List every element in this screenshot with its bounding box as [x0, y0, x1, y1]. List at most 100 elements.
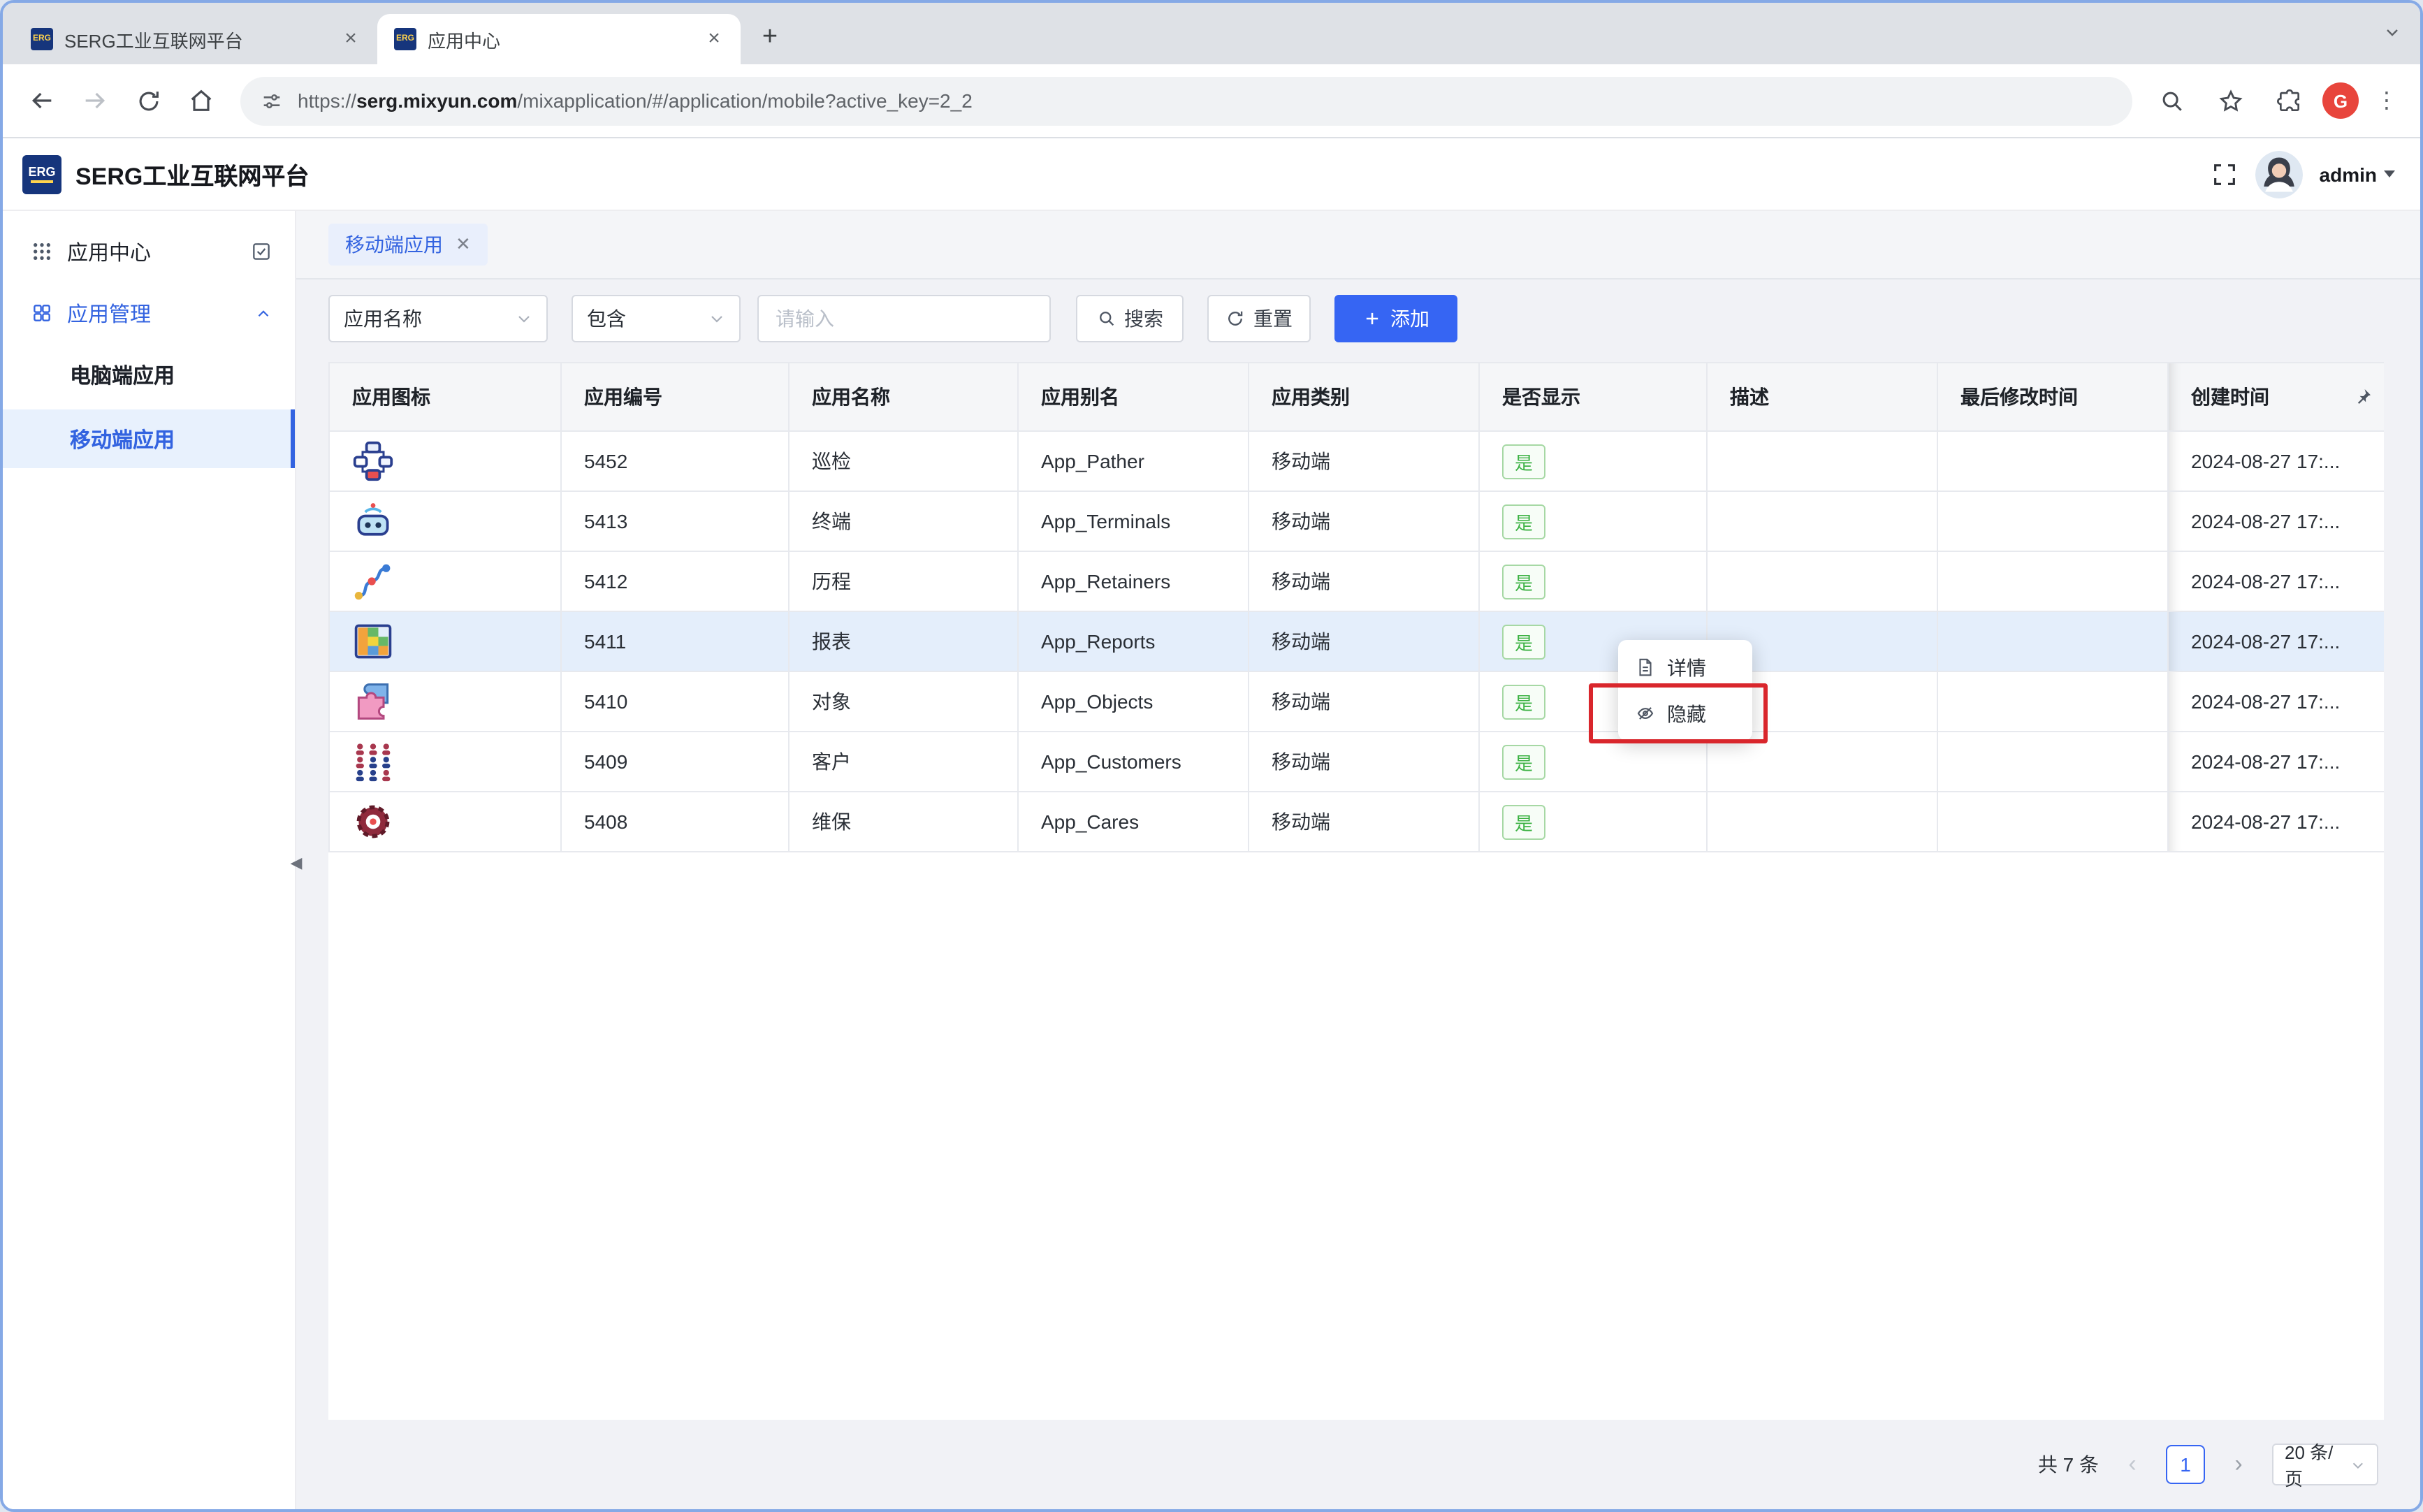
cell-app-name: 对象	[789, 671, 1018, 732]
reset-button[interactable]: 重置	[1207, 295, 1311, 342]
sidebar-item-app-center[interactable]: 应用中心	[3, 225, 295, 278]
table-row[interactable]: 5410对象App_Objects移动端是 2024-08-27 17:...	[329, 671, 2384, 732]
browser-profile-avatar[interactable]: G	[2322, 82, 2359, 119]
user-avatar[interactable]	[2255, 150, 2303, 198]
next-page-icon[interactable]: ›	[2223, 1451, 2254, 1478]
filter-bar: 应用名称 包含 搜索 重置	[328, 295, 2378, 342]
fullscreen-icon[interactable]	[2211, 160, 2239, 188]
check-square-icon[interactable]	[250, 240, 272, 263]
tab-title: SERG工业互联网平台	[64, 26, 327, 52]
table-row[interactable]: 5413终端App_Terminals移动端是2024-08-27 17:...	[329, 491, 2384, 551]
app-table: 应用图标 应用编号 应用名称 应用别名 应用类别 是否显示 描述 最后修改时间 …	[328, 362, 2384, 852]
cell-last-modified	[1937, 431, 2168, 491]
table-header-row: 应用图标 应用编号 应用名称 应用别名 应用类别 是否显示 描述 最后修改时间 …	[329, 363, 2384, 431]
page-tab-close-icon[interactable]: ✕	[456, 233, 471, 256]
col-app-alias: 应用别名	[1018, 363, 1249, 431]
robot-icon	[352, 500, 394, 542]
filter-value-input[interactable]	[757, 295, 1051, 342]
table-row[interactable]: 5408维保App_Cares移动端是2024-08-27 17:...	[329, 792, 2384, 852]
bookmark-star-icon[interactable]	[2205, 75, 2255, 126]
home-icon[interactable]	[176, 75, 226, 126]
table-row[interactable]: 5411报表App_Reports移动端是2024-08-27 17:...	[329, 611, 2384, 671]
cell-app-category: 移动端	[1249, 792, 1479, 852]
gear-icon	[352, 801, 394, 843]
tab-close-icon[interactable]: ×	[338, 27, 363, 52]
visible-badge: 是	[1502, 744, 1545, 779]
page-tab-mobile-apps[interactable]: 移动端应用 ✕	[328, 224, 488, 266]
prev-page-icon[interactable]: ‹	[2117, 1451, 2148, 1478]
cell-last-modified	[1937, 551, 2168, 611]
add-button[interactable]: 添加	[1334, 295, 1457, 342]
col-app-name: 应用名称	[789, 363, 1018, 431]
row-context-menu: 详情 隐藏	[1618, 640, 1752, 741]
visible-badge: 是	[1502, 504, 1545, 539]
cell-app-number: 5409	[561, 732, 789, 792]
page-size-select[interactable]: 20 条/页	[2272, 1444, 2378, 1485]
cell-last-modified	[1937, 671, 2168, 732]
report-table-icon	[352, 620, 394, 662]
username-dropdown[interactable]: admin	[2320, 163, 2395, 185]
context-menu-item-details[interactable]: 详情	[1618, 644, 1752, 690]
url-text[interactable]: https://serg.mixyun.com/mixapplication/#…	[298, 89, 973, 112]
cell-app-number: 5411	[561, 611, 789, 671]
forward-icon[interactable]	[70, 75, 120, 126]
table-row[interactable]: 5452巡检App_Pather移动端是2024-08-27 17:...	[329, 431, 2384, 491]
col-visible: 是否显示	[1479, 363, 1707, 431]
table-row[interactable]: 5409客户App_Customers移动端是2024-08-27 17:...	[329, 732, 2384, 792]
extensions-puzzle-icon[interactable]	[2264, 75, 2314, 126]
browser-tab-active[interactable]: ERG 应用中心 ×	[377, 14, 741, 64]
back-icon[interactable]	[17, 75, 67, 126]
cell-app-category: 移动端	[1249, 671, 1479, 732]
caret-down-icon	[2384, 170, 2395, 177]
field-select[interactable]: 应用名称	[328, 295, 548, 342]
cell-app-category: 移动端	[1249, 491, 1479, 551]
cell-app-number: 5410	[561, 671, 789, 732]
sidebar-group-app-management[interactable]: 应用管理	[3, 286, 295, 340]
puzzle-pieces-icon	[352, 681, 394, 722]
reload-icon[interactable]	[123, 75, 173, 126]
browser-tab-strip: ERG SERG工业互联网平台 × ERG 应用中心 × +	[3, 3, 2420, 64]
page-tab-strip: 移动端应用 ✕	[296, 211, 2420, 279]
eye-off-icon	[1635, 703, 1656, 724]
site-settings-tune-icon[interactable]	[260, 89, 284, 112]
cell-last-modified	[1937, 732, 2168, 792]
tab-search-chevron-icon[interactable]	[2384, 24, 2401, 41]
operator-select[interactable]: 包含	[572, 295, 741, 342]
sidebar-item-pc-apps[interactable]: 电脑端应用	[3, 345, 295, 404]
sidebar-item-mobile-apps[interactable]: 移动端应用	[3, 409, 295, 468]
cell-created-time: 2024-08-27 17:...	[2168, 671, 2384, 732]
cell-app-name: 客户	[789, 732, 1018, 792]
app-header: ERG SERG工业互联网平台 admin	[3, 138, 2420, 211]
address-bar[interactable]: https://serg.mixyun.com/mixapplication/#…	[240, 76, 2132, 125]
cell-description	[1707, 792, 1937, 852]
cell-created-time: 2024-08-27 17:...	[2168, 491, 2384, 551]
visible-badge: 是	[1502, 444, 1545, 479]
search-button[interactable]: 搜索	[1076, 295, 1184, 342]
cell-app-name: 终端	[789, 491, 1018, 551]
zoom-icon[interactable]	[2146, 75, 2197, 126]
cell-app-name: 历程	[789, 551, 1018, 611]
cell-app-alias: App_Retainers	[1018, 551, 1249, 611]
pin-icon[interactable]	[2353, 387, 2373, 407]
visible-badge: 是	[1502, 684, 1545, 719]
cell-last-modified	[1937, 491, 2168, 551]
cell-description	[1707, 491, 1937, 551]
cell-app-alias: App_Customers	[1018, 732, 1249, 792]
total-count-label: 共 7 条	[2038, 1451, 2099, 1478]
cell-app-number: 5413	[561, 491, 789, 551]
tab-close-icon[interactable]: ×	[701, 27, 727, 52]
browser-toolbar: https://serg.mixyun.com/mixapplication/#…	[3, 64, 2420, 138]
current-page-button[interactable]: 1	[2166, 1445, 2205, 1484]
new-tab-button[interactable]: +	[749, 17, 791, 59]
browser-menu-icon[interactable]: ⋮	[2367, 87, 2406, 115]
cell-description	[1707, 431, 1937, 491]
col-app-icon: 应用图标	[329, 363, 561, 431]
table-row[interactable]: 5412历程App_Retainers移动端是2024-08-27 17:...	[329, 551, 2384, 611]
sidebar-collapse-handle[interactable]: ◀	[286, 841, 306, 883]
context-menu-item-hide[interactable]: 隐藏	[1618, 690, 1752, 736]
cell-app-number: 5452	[561, 431, 789, 491]
cell-app-name: 巡检	[789, 431, 1018, 491]
cell-last-modified	[1937, 611, 2168, 671]
browser-tab-inactive[interactable]: ERG SERG工业互联网平台 ×	[14, 14, 377, 64]
cell-app-alias: App_Objects	[1018, 671, 1249, 732]
